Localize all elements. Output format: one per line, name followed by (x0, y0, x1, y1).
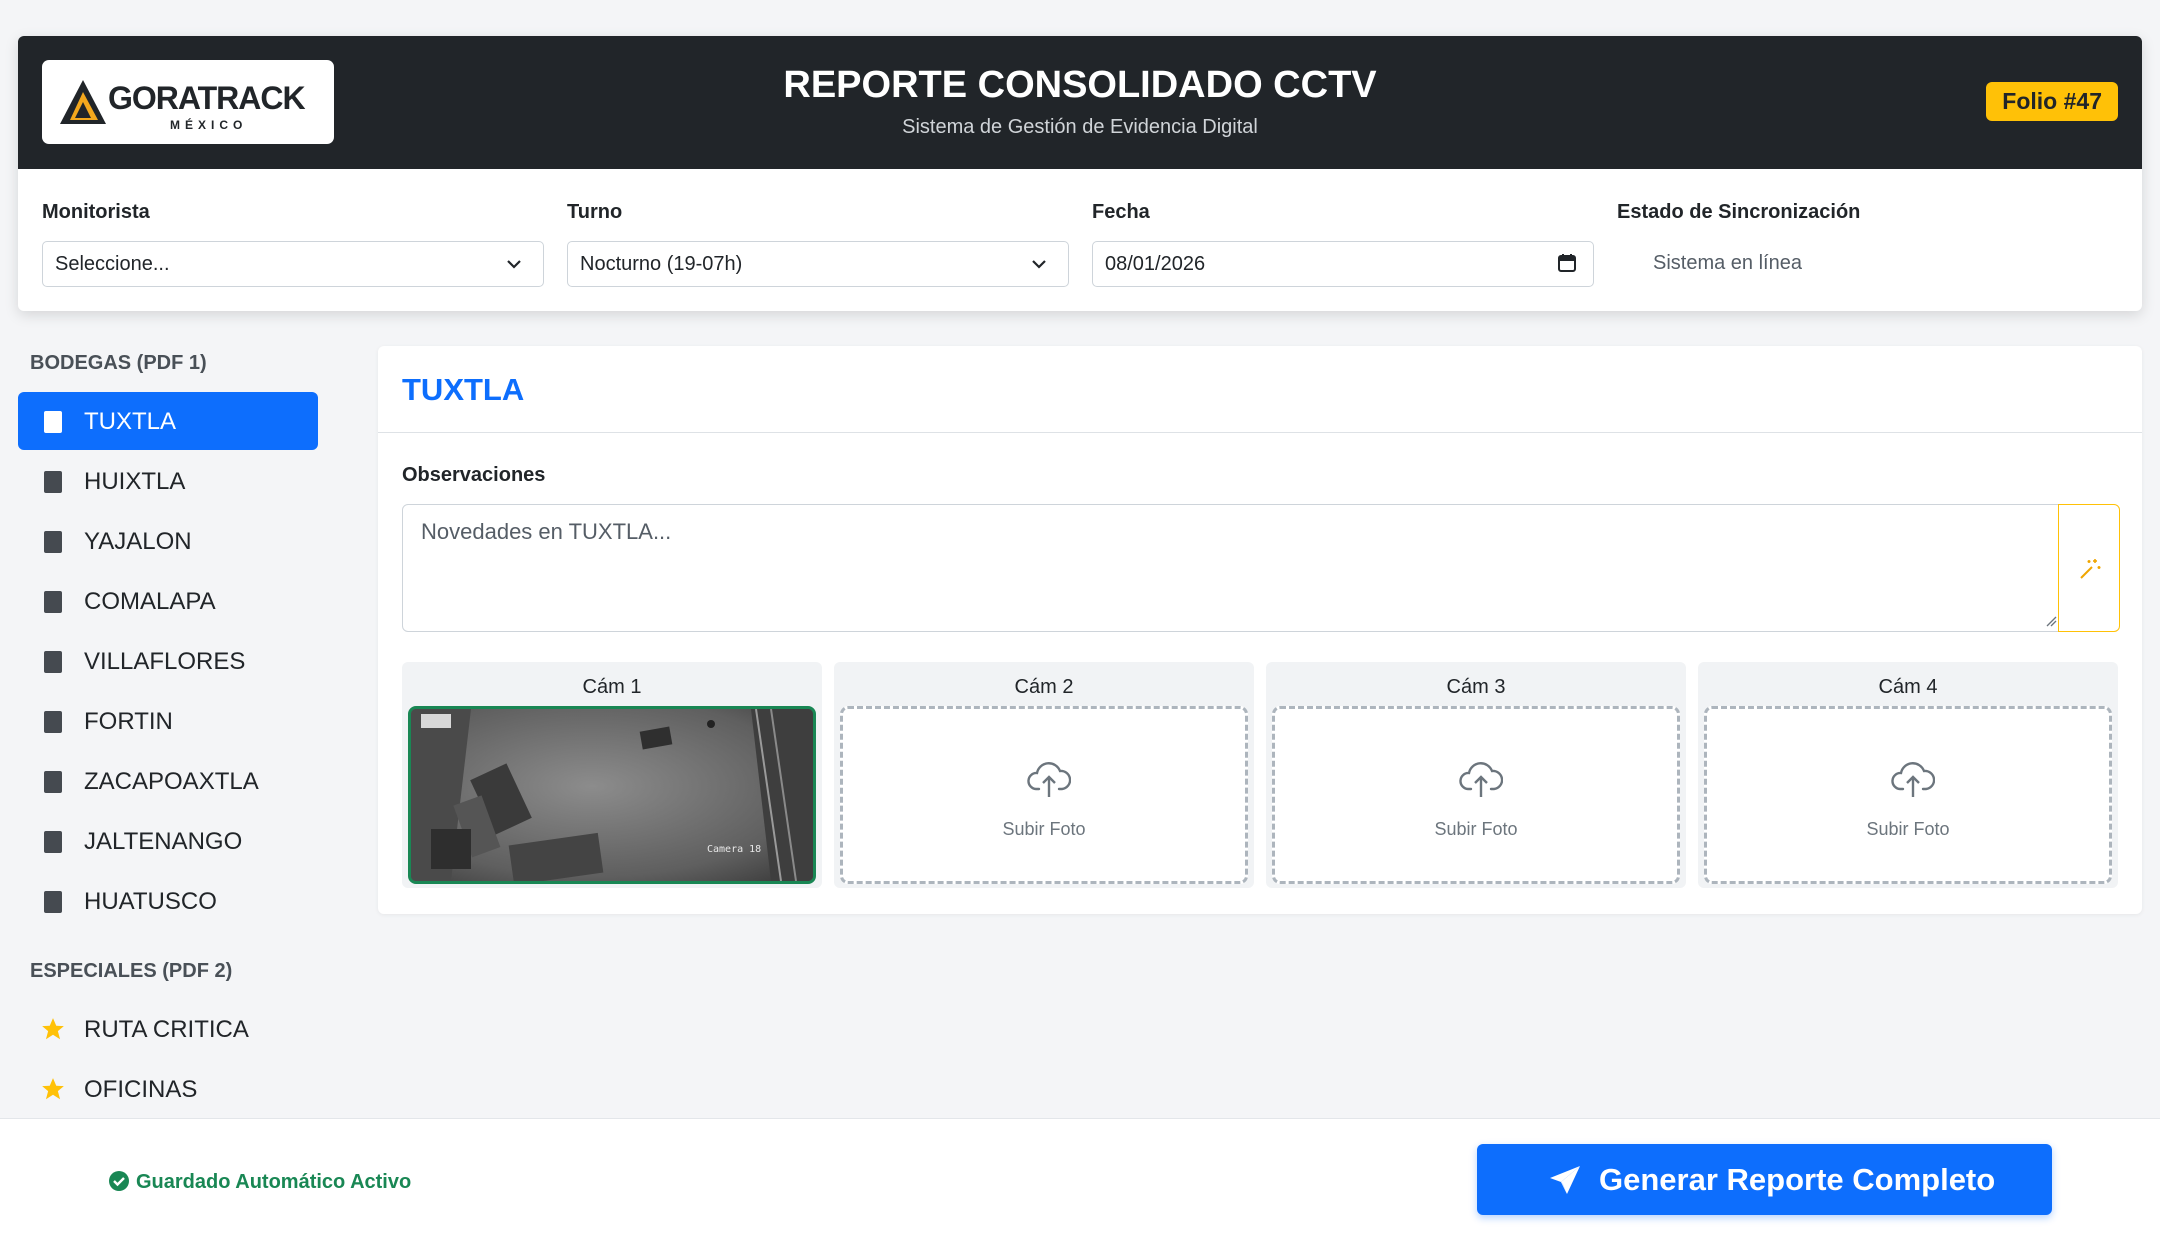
sidebar-item-label: OFICINAS (84, 1076, 198, 1103)
footer-bar: Guardado Automático Activo Generar Repor… (0, 1118, 2160, 1237)
sidebar-item-comalapa[interactable]: COMALAPA (18, 572, 318, 630)
star-icon (42, 1018, 64, 1040)
square-icon (44, 771, 62, 793)
upload-label: Subir Foto (1434, 819, 1518, 839)
camera-photo[interactable]: Camera 18 (408, 706, 816, 884)
page-subtitle: Sistema de Gestión de Evidencia Digital (902, 116, 1258, 138)
sidebar-item-label: TUXTLA (84, 408, 177, 435)
sidebar-item-label: YAJALON (84, 528, 192, 555)
sidebar-item-villaflores[interactable]: VILLAFLORES (18, 632, 318, 690)
sidebar-item-label: HUIXTLA (84, 468, 186, 495)
sync-label: Estado de Sincronización (1617, 201, 1861, 223)
camera-label: Cám 1 (582, 676, 642, 698)
camera-label: Cám 2 (1014, 676, 1074, 698)
turno-label: Turno (567, 201, 623, 223)
square-icon (44, 891, 62, 913)
bodegas-heading: BODEGAS (PDF 1) (30, 352, 207, 374)
sidebar-item-label: RUTA CRITICA (84, 1016, 249, 1043)
camera-slot-3: Cám 3 Subir Foto (1266, 662, 1686, 888)
monitorista-select[interactable]: Seleccione... (42, 241, 544, 287)
square-icon (44, 711, 62, 733)
generate-report-button[interactable]: Generar Reporte Completo (1477, 1144, 2052, 1215)
turno-select[interactable]: Nocturno (19-07h) (567, 241, 1069, 287)
camera-label: Cám 4 (1878, 676, 1938, 698)
sidebar-item-fortin[interactable]: FORTIN (18, 692, 318, 750)
sidebar-item-ruta-critica[interactable]: RUTA CRITICA (18, 1000, 318, 1058)
camera-slot-2: Cám 2 Subir Foto (834, 662, 1254, 888)
upload-dropzone[interactable]: Subir Foto (840, 706, 1248, 884)
send-icon (1550, 1166, 1580, 1194)
observaciones-label: Observaciones (402, 464, 546, 486)
sidebar-item-huatusco[interactable]: HUATUSCO (18, 872, 318, 930)
sidebar-item-label: FORTIN (84, 708, 173, 735)
panel-divider (378, 432, 2142, 433)
sidebar-item-label: JALTENANGO (84, 828, 243, 855)
sidebar-item-label: VILLAFLORES (84, 648, 246, 675)
fecha-value: 08/01/2026 (1105, 253, 1206, 275)
sidebar-item-label: ZACAPOAXTLA (84, 768, 259, 795)
form-row: Monitorista Seleccione... Turno Nocturno… (18, 169, 2142, 311)
square-icon (44, 531, 62, 553)
upload-label: Subir Foto (1866, 819, 1950, 839)
sidebar-item-tuxtla[interactable]: TUXTLA (18, 392, 318, 450)
square-icon (44, 471, 62, 493)
autosave-text: Guardado Automático Activo (136, 1171, 412, 1193)
especiales-heading: ESPECIALES (PDF 2) (30, 960, 233, 982)
sync-status: Sistema en línea (1653, 252, 1802, 274)
camera-overlay-text: Camera 18 (707, 844, 762, 855)
bodega-panel: TUXTLA Observaciones Novedades en TUXTLA… (378, 346, 2142, 914)
sidebar-item-yajalon[interactable]: YAJALON (18, 512, 318, 570)
fecha-label: Fecha (1092, 201, 1150, 223)
panel-title: TUXTLA (402, 372, 525, 407)
sidebar-item-label: COMALAPA (84, 588, 216, 615)
camera-slot-4: Cám 4 Subir Foto (1698, 662, 2118, 888)
chevron-down-icon (1032, 260, 1046, 269)
sidebar-item-huixtla[interactable]: HUIXTLA (18, 452, 318, 510)
sidebar-item-jaltenango[interactable]: JALTENANGO (18, 812, 318, 870)
cloud-upload-icon (1027, 762, 1071, 797)
upload-dropzone[interactable]: Subir Foto (1704, 706, 2112, 884)
sidebar-item-label: HUATUSCO (84, 888, 217, 915)
resize-handle-icon[interactable] (2045, 615, 2057, 627)
observaciones-textarea[interactable]: Novedades en TUXTLA... (402, 504, 2062, 632)
turno-value: Nocturno (19-07h) (580, 253, 743, 275)
magic-wand-button[interactable] (2058, 504, 2120, 632)
sidebar-item-oficinas[interactable]: OFICINAS (18, 1060, 318, 1118)
square-icon (44, 831, 62, 853)
upload-dropzone[interactable]: Subir Foto (1272, 706, 1680, 884)
header-bar: GORATRACK MÉXICO REPORTE CONSOLIDADO CCT… (18, 36, 2142, 169)
generate-report-label: Generar Reporte Completo (1599, 1162, 1996, 1197)
magic-wand-icon (2080, 559, 2101, 579)
fecha-input[interactable]: 08/01/2026 (1092, 241, 1594, 287)
observaciones-placeholder: Novedades en TUXTLA... (421, 519, 672, 544)
camera-label: Cám 3 (1446, 676, 1506, 698)
cloud-upload-icon (1891, 762, 1935, 797)
calendar-icon[interactable] (1557, 253, 1577, 273)
page-title: REPORTE CONSOLIDADO CCTV (783, 64, 1377, 106)
upload-label: Subir Foto (1002, 819, 1086, 839)
star-icon (42, 1078, 64, 1100)
monitorista-label: Monitorista (42, 201, 150, 223)
square-icon (44, 411, 62, 433)
chevron-down-icon (507, 260, 521, 269)
monitorista-value: Seleccione... (55, 253, 170, 275)
square-icon (44, 651, 62, 673)
camera-slot-1: Cám 1 Camera 18 (402, 662, 822, 888)
top-card: GORATRACK MÉXICO REPORTE CONSOLIDADO CCT… (18, 36, 2142, 311)
folio-badge: Folio #47 (1986, 82, 2118, 121)
cloud-upload-icon (1459, 762, 1503, 797)
check-circle-icon (109, 1171, 129, 1191)
cctv-image (411, 709, 813, 881)
sidebar-item-zacapoaxtla[interactable]: ZACAPOAXTLA (18, 752, 318, 810)
square-icon (44, 591, 62, 613)
